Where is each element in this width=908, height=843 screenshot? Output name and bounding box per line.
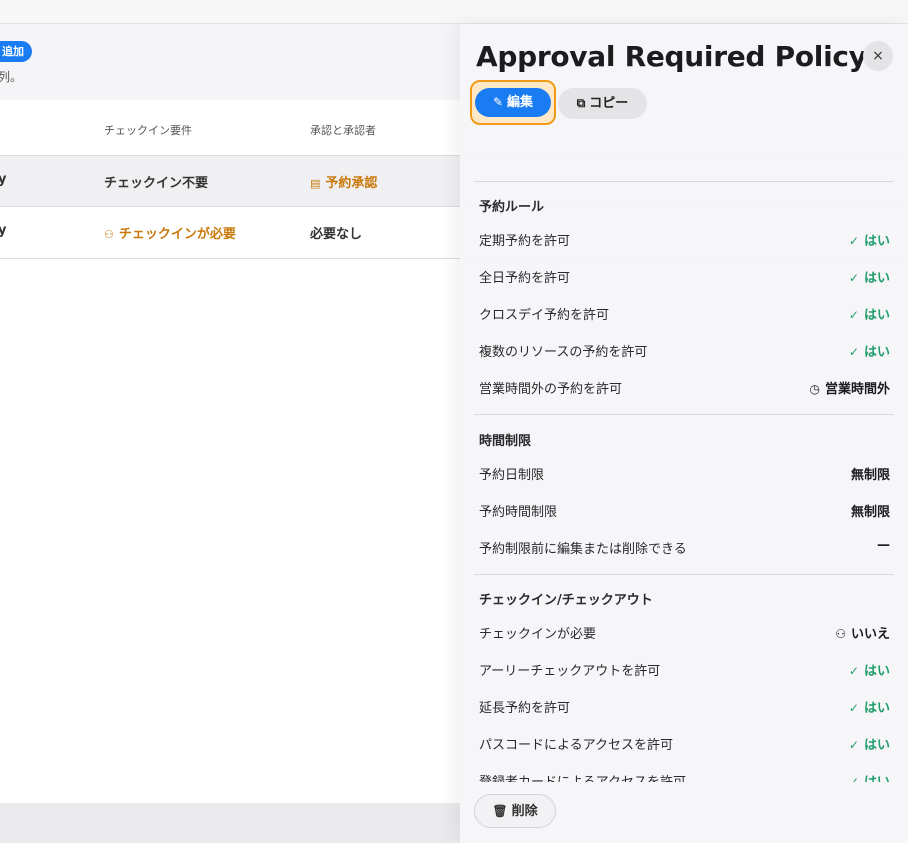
policy-label: 予約日制限 (479, 468, 545, 483)
policy-value: ◷ 営業時間外 (810, 378, 891, 397)
policy-value: ✓ はい (849, 734, 890, 753)
policy-label: パスコードによるアクセスを許可 (479, 738, 673, 753)
calendar-check-icon: ▤ (310, 177, 321, 190)
check-icon: ✓ (848, 308, 859, 322)
divider (474, 414, 894, 415)
copy-icon: ⧉ (576, 96, 586, 110)
value-text: はい (863, 234, 890, 249)
policy-name-cell: y (0, 172, 7, 187)
copy-label: コピー (589, 96, 629, 111)
policy-name-cell: y (0, 223, 7, 238)
policy-value: ✓ はい (849, 697, 890, 716)
policy-label: 予約時間制限 (479, 505, 558, 520)
policy-label: 複数のリソースの予約を許可 (479, 345, 648, 360)
policy-value: ✓ はい (849, 230, 890, 249)
check-icon: ✓ (848, 271, 859, 285)
section-title-time-limits: 時間制限 (479, 434, 532, 449)
copy-button[interactable]: ⧉ コピー (558, 88, 647, 119)
value-text: はい (863, 308, 890, 323)
policy-value: ✓ はい (849, 660, 890, 679)
section-title-checkin-checkout: チェックイン/チェックアウト (479, 593, 653, 608)
policy-row: 予約日制限 無制限 (479, 464, 890, 484)
column-header-approval: 承認と承認者 (310, 124, 376, 137)
value-text: はい (863, 345, 890, 360)
policy-row: 複数のリソースの予約を許可 ✓ はい (479, 341, 890, 361)
policy-value: ✓ はい (849, 304, 890, 323)
value-text: はい (863, 738, 890, 753)
policy-label: クロスデイ予約を許可 (479, 308, 610, 323)
policy-row: 延長予約を許可 ✓ はい (479, 697, 890, 717)
trash-icon: 🗑 (492, 804, 508, 818)
edit-label: 編集 (507, 95, 534, 110)
edit-button-focus-ring: ✎ 編集 (470, 80, 556, 125)
drawer-title: Approval Required Policy (476, 40, 867, 73)
check-icon: ✓ (848, 738, 859, 752)
policy-row: 予約時間制限 無制限 (479, 501, 890, 521)
policy-detail-drawer: Approval Required Policy × ✎ 編集 ⧉ コピー 予約ルー… (460, 24, 908, 843)
policy-value: 無制限 (850, 505, 890, 520)
policy-row: クロスデイ予約を許可 ✓ はい (479, 304, 890, 324)
header-description: 列。 (0, 70, 23, 84)
value-text: はい (863, 271, 890, 286)
policy-row: 登録者カードによるアクセスを許可 ✓ はい (479, 771, 890, 790)
value-text: はい (863, 775, 890, 790)
policy-label: 定期予約を許可 (479, 234, 571, 249)
policy-row: 定期予約を許可 ✓ はい (479, 230, 890, 250)
divider (474, 181, 894, 182)
value-text: 営業時間外 (824, 382, 890, 397)
policy-value: 無制限 (850, 468, 890, 483)
checkin-cell: チェックイン不要 (104, 176, 209, 191)
policy-label: 営業時間外の予約を許可 (479, 382, 623, 397)
edit-button[interactable]: ✎ 編集 (475, 88, 551, 117)
policy-label: 延長予約を許可 (479, 701, 571, 716)
check-icon: ✓ (848, 345, 859, 359)
policy-value: ✓ はい (849, 267, 890, 286)
checkin-value: チェックインが必要 (118, 227, 236, 242)
close-button[interactable]: × (863, 41, 893, 71)
approval-value: 予約承認 (325, 176, 378, 191)
check-icon: ✓ (848, 775, 859, 789)
policy-row: 予約制限前に編集または削除できる — (479, 538, 890, 558)
value-text: はい (863, 664, 890, 679)
column-header-checkin: チェックイン要件 (104, 124, 192, 137)
check-icon: ✓ (848, 664, 859, 678)
person-check-icon: ⚇ (835, 627, 846, 641)
policy-value: ✓ はい (848, 771, 890, 790)
policy-label: アーリーチェックアウトを許可 (479, 664, 661, 679)
policy-label: チェックインが必要 (479, 627, 597, 642)
pencil-icon: ✎ (492, 95, 504, 109)
policy-value: ⚇ いいえ (835, 623, 890, 642)
value-text: いいえ (850, 627, 890, 642)
policy-label: 登録者カードによるアクセスを許可 (479, 775, 686, 790)
add-button[interactable]: 追加 (0, 41, 32, 62)
policy-value: — (877, 538, 890, 553)
policy-label: 予約制限前に編集または削除できる (479, 542, 687, 557)
delete-label: 削除 (511, 804, 538, 819)
checkin-cell: ⚇ チェックインが必要 (104, 223, 236, 242)
policy-label: 全日予約を許可 (479, 271, 571, 286)
approval-cell: ▤ 予約承認 (310, 172, 377, 191)
policy-row: アーリーチェックアウトを許可 ✓ はい (479, 660, 890, 680)
person-check-icon: ⚇ (104, 228, 114, 241)
close-icon: × (872, 48, 884, 64)
check-icon: ✓ (848, 234, 859, 248)
delete-button[interactable]: 🗑 削除 (474, 794, 556, 828)
divider (474, 574, 894, 575)
policy-row: パスコードによるアクセスを許可 ✓ はい (479, 734, 890, 754)
policy-value: ✓ はい (849, 341, 890, 360)
section-title-booking-rules: 予約ルール (479, 200, 545, 215)
policy-row: 全日予約を許可 ✓ はい (479, 267, 890, 287)
policy-row: チェックインが必要 ⚇ いいえ (479, 623, 890, 643)
clock-icon: ◷ (809, 382, 820, 396)
check-icon: ✓ (848, 701, 859, 715)
approval-cell: 必要なし (310, 227, 363, 242)
policy-row: 営業時間外の予約を許可 ◷ 営業時間外 (479, 378, 890, 398)
top-bar (0, 0, 908, 24)
value-text: はい (863, 701, 890, 716)
